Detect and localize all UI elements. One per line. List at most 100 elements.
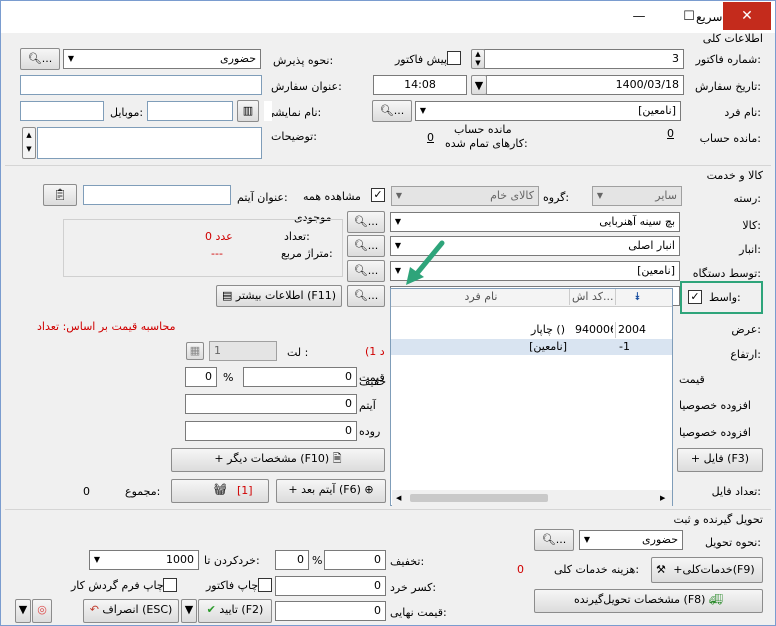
print-workflow-checkbox[interactable] bbox=[163, 578, 177, 592]
confirm-options-dropdown[interactable]: ▼ bbox=[181, 599, 197, 623]
reception-search-button[interactable]: 🔍︎... bbox=[20, 48, 60, 70]
file-count-label: تعداد فایل: bbox=[711, 485, 761, 498]
confirm-label: تایید (F2) bbox=[219, 603, 264, 616]
final-price-input[interactable]: 0 bbox=[275, 601, 386, 621]
overall-services-cost-label: هزینه خدمات کلی: bbox=[554, 563, 640, 576]
field1-percent-input[interactable]: 0 bbox=[185, 367, 217, 387]
goods-label: کالا: bbox=[742, 219, 761, 232]
mobile-label: موبایل: bbox=[110, 106, 144, 119]
invoice-number-spinner[interactable]: ▲ ▼ bbox=[471, 49, 485, 69]
field1-input[interactable]: 0 bbox=[243, 367, 357, 387]
grid-row[interactable]: چاپار () 940006 2004 bbox=[391, 322, 672, 338]
discount-percent-input[interactable]: 0 bbox=[275, 550, 309, 570]
grid-header: نام فرد کد اش... ⯯ bbox=[391, 289, 672, 307]
close-button[interactable]: ✕ bbox=[723, 2, 771, 30]
intermediary-search-button[interactable]: 🔍︎... bbox=[347, 285, 385, 307]
reception-type-select[interactable]: حضوری ▼ bbox=[63, 49, 261, 69]
print-invoice-checkbox[interactable] bbox=[258, 578, 272, 592]
show-all-label: مشاهده همه bbox=[303, 190, 361, 203]
paste-button[interactable]: 📋︎ bbox=[43, 184, 77, 206]
minimize-button[interactable]: — bbox=[625, 7, 653, 27]
small-deduction-input[interactable]: 0 bbox=[275, 576, 386, 596]
next-item-button[interactable]: + آیتم بعد (F6) ⊕ bbox=[276, 479, 386, 503]
col-pin[interactable]: ⯯ bbox=[615, 289, 659, 305]
discount-input[interactable]: 0 bbox=[324, 550, 386, 570]
cancel-button[interactable]: ↶ انصراف (ESC) bbox=[83, 599, 179, 623]
clear-button[interactable]: 🧺︎ bbox=[171, 479, 269, 503]
show-all-checkbox[interactable]: ✓ bbox=[371, 188, 385, 202]
field3-input[interactable]: 0 bbox=[185, 421, 357, 441]
invoice-number-input[interactable]: 3 bbox=[484, 49, 684, 69]
price-calc-note: محاسبه قیمت بر اساس: تعداد bbox=[37, 320, 176, 333]
receiver-specs-button[interactable]: مشخصات تحویل‌گیرنده (F8) 🚚︎ bbox=[534, 589, 763, 613]
grid-row-selected[interactable]: [نامعین] -1 bbox=[391, 339, 672, 355]
spacer bbox=[264, 101, 272, 121]
height-label: ارتفاع: bbox=[730, 348, 761, 361]
more-info-button[interactable]: ▤ اطلاعات بیشتر (F11) bbox=[216, 285, 342, 307]
other-specs-button[interactable]: + مشخصات دیگر (F10) 🗎 bbox=[171, 448, 385, 472]
device-search-button[interactable]: 🔍︎... bbox=[347, 260, 385, 282]
grid-cell-name: [نامعین] bbox=[529, 340, 567, 353]
order-title-label: عنوان سفارش: bbox=[271, 80, 342, 93]
display-name-input[interactable] bbox=[147, 101, 233, 121]
confirm-button[interactable]: ✔ تایید (F2) bbox=[198, 599, 272, 623]
order-time-input[interactable]: 14:08 bbox=[373, 75, 467, 95]
category-select[interactable]: سایر ▼ bbox=[592, 186, 682, 206]
pre-invoice-checkbox[interactable] bbox=[447, 51, 461, 65]
help-button[interactable]: ◎ bbox=[32, 599, 52, 623]
balance-title: مانده حساب bbox=[454, 123, 512, 136]
goods-section-title: کالا و خدمت bbox=[706, 169, 763, 182]
grid-cell-id: 2004 bbox=[615, 322, 655, 338]
rounding-select[interactable]: 1000 ▼ bbox=[89, 550, 199, 570]
chevron-down-icon: ▼ bbox=[67, 54, 75, 63]
total-label: مجموع: bbox=[125, 485, 161, 498]
col-code[interactable]: کد اش... bbox=[569, 289, 615, 305]
sqm-value: --- bbox=[211, 247, 223, 260]
scroll-thumb[interactable] bbox=[410, 494, 548, 502]
goods-select[interactable]: بچ سینه آهنربایی ▼ bbox=[390, 212, 680, 232]
person-name-select[interactable]: [نامعین] ▼ bbox=[415, 101, 681, 121]
delivery-type-select[interactable]: حضوری ▼ bbox=[579, 530, 683, 550]
cancel-label: انصراف (ESC) bbox=[102, 603, 173, 616]
goods-value: بچ سینه آهنربایی bbox=[599, 215, 675, 228]
notes-textarea[interactable] bbox=[37, 127, 262, 159]
mobile-input[interactable] bbox=[20, 101, 104, 121]
notes-scrollbar[interactable]: ▲ ▼ bbox=[22, 127, 36, 159]
col-person-name[interactable]: نام فرد bbox=[393, 289, 569, 305]
lot-input[interactable]: 1 bbox=[209, 341, 277, 361]
rounding-value: 1000 bbox=[166, 553, 194, 566]
pre-invoice-label: پیش فاکتور bbox=[395, 53, 448, 66]
overall-services-button[interactable]: ⚒ +خدمات‌کلی(F9) bbox=[651, 557, 763, 583]
delivery-type-label: نحوه تحویل: bbox=[704, 536, 761, 549]
account-balance-secondary: 0 bbox=[427, 131, 434, 144]
calculator-icon: ▦ bbox=[189, 344, 201, 357]
warehouse-search-button[interactable]: 🔍︎... bbox=[347, 235, 385, 257]
goods-search-button[interactable]: 🔍︎... bbox=[347, 211, 385, 233]
discount-percent-sign: % bbox=[312, 554, 323, 567]
paste-icon: 📋︎ bbox=[53, 188, 67, 201]
order-date-input[interactable]: 1400/03/18 bbox=[486, 75, 684, 95]
delivery-search-button[interactable]: 🔍︎... bbox=[534, 529, 574, 551]
field2-input[interactable]: 0 bbox=[185, 394, 357, 414]
item-title-input[interactable] bbox=[83, 185, 231, 205]
group-select[interactable]: کالای خام ▼ bbox=[391, 186, 539, 206]
search-icon: 🔍︎ bbox=[27, 52, 42, 65]
help-dropdown[interactable]: ▼ bbox=[15, 599, 31, 623]
intermediary-dropdown-grid[interactable]: نام فرد کد اش... ⯯ چاپار () 940006 2004 … bbox=[390, 288, 673, 506]
feature-add-label-1: افزوده خصوصیا bbox=[679, 399, 751, 412]
grid-horizontal-scrollbar[interactable]: ◀ ▶ bbox=[392, 490, 672, 506]
building-icon-button[interactable]: ▥ bbox=[237, 100, 259, 122]
maximize-button[interactable]: ☐ bbox=[675, 7, 703, 27]
print-workflow-label: چاپ فرم گردش کار bbox=[71, 579, 164, 592]
grid-cell-name: چاپار () bbox=[531, 323, 565, 336]
search-icon: 🔍︎ bbox=[541, 533, 556, 546]
divider bbox=[5, 509, 771, 510]
calculator-button[interactable]: ▦ bbox=[186, 342, 204, 360]
warehouse-label: انبار: bbox=[739, 243, 761, 256]
file-button[interactable]: + فایل (F3) bbox=[677, 448, 763, 472]
search-icon: 🔍︎ bbox=[379, 104, 394, 117]
order-title-input[interactable] bbox=[20, 75, 262, 95]
search-icon: 🔍︎ bbox=[353, 239, 368, 252]
order-date-dropdown[interactable]: ▼ bbox=[471, 75, 487, 95]
person-search-button[interactable]: 🔍︎... bbox=[372, 100, 412, 122]
